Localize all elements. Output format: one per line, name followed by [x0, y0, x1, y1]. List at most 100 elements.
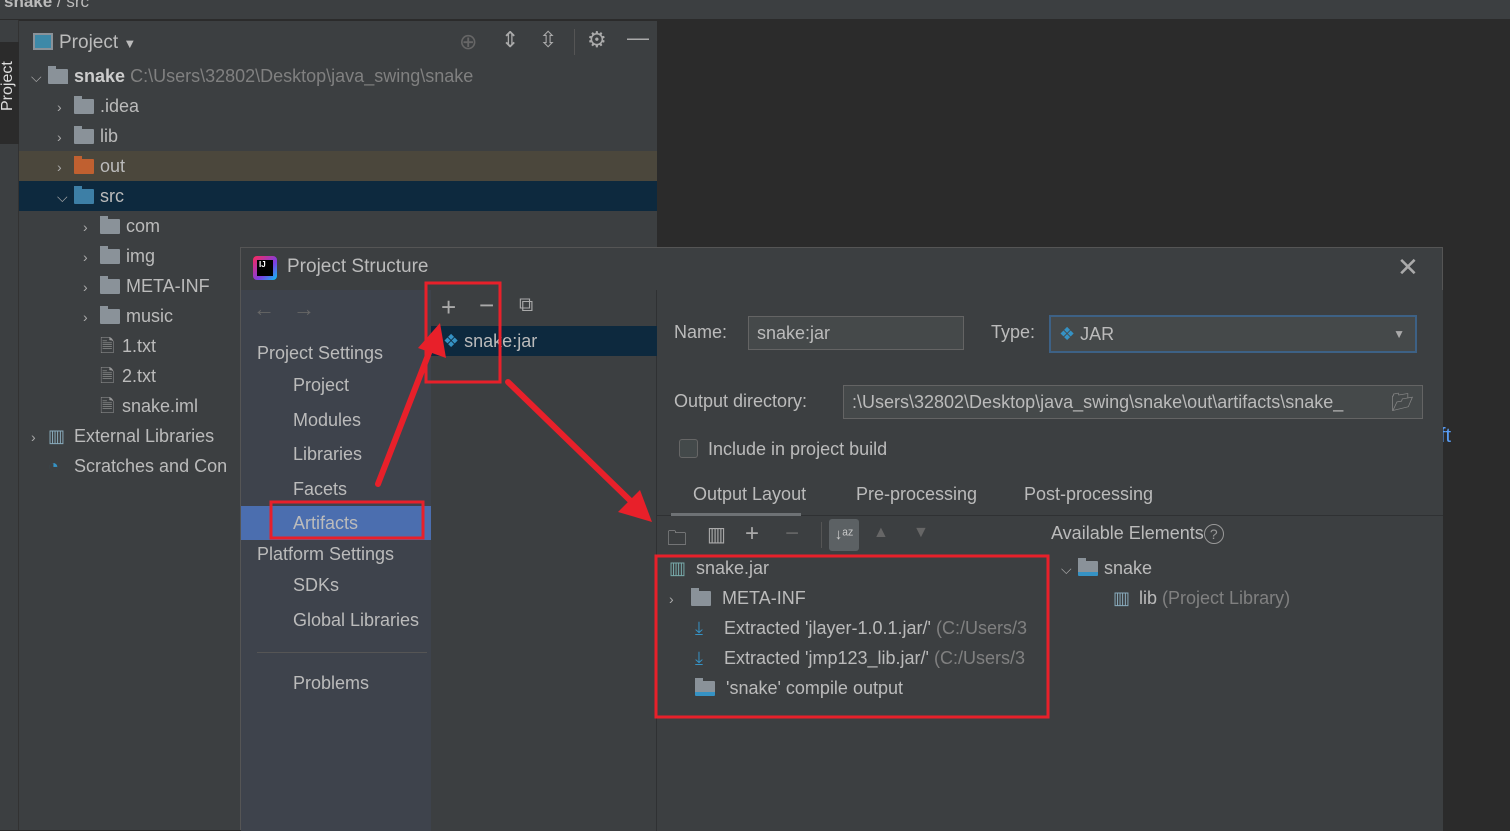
expand-all-icon[interactable]: ⇕ [501, 27, 519, 53]
tree-item[interactable]: › .idea [19, 91, 657, 121]
breadcrumb-folder[interactable]: src [66, 0, 89, 11]
module-icon [1078, 558, 1099, 576]
folder-icon [691, 588, 712, 606]
root-name: snake [74, 66, 126, 86]
output-directory-value: :\Users\32802\Desktop\java_swing\snake\o… [852, 392, 1344, 412]
sidebar-item[interactable]: Facets [241, 472, 431, 506]
sidebar-item[interactable]: Artifacts [241, 506, 431, 540]
output-directory-input[interactable]: :\Users\32802\Desktop\java_swing\snake\o… [843, 385, 1423, 419]
available-item[interactable]: ▥ lib (Project Library) [1113, 588, 1290, 609]
layout-item[interactable]: › META-INF [669, 588, 1039, 609]
include-build-checkbox[interactable] [679, 439, 698, 458]
layout-item-label: Extracted 'jmp123_lib.jar/' [724, 648, 929, 668]
layout-item[interactable]: 'snake' compile output [695, 678, 1041, 699]
layout-item[interactable]: ▥ snake.jar [669, 558, 1039, 579]
layout-item-hint: (C:/Users/3 [934, 648, 1026, 668]
sidebar-item[interactable]: Libraries [241, 437, 431, 471]
layout-item-label: Extracted 'jlayer-1.0.1.jar/' [724, 618, 931, 638]
tree-item[interactable]: › lib [19, 121, 657, 151]
sidebar-item[interactable]: SDKs [241, 568, 431, 602]
minimize-icon[interactable]: — [627, 25, 649, 51]
tree-item-label: out [100, 156, 126, 176]
layout-item[interactable]: ⤓ Extracted 'jlayer-1.0.1.jar/' (C:/User… [695, 618, 1041, 639]
file-icon: 🗎︎ [100, 366, 115, 386]
chevron-down-icon: ⌵ [57, 189, 68, 205]
tree-item-label: snake.iml [122, 396, 199, 416]
output-directory-label: Output directory: [674, 391, 808, 411]
collapse-all-icon[interactable]: ⇳ [539, 27, 557, 53]
tree-item-label: 1.txt [122, 336, 157, 356]
copy-icon[interactable]: ⧉ [519, 294, 533, 317]
gear-icon[interactable]: ⚙ [587, 27, 607, 53]
module-icon [48, 66, 69, 84]
available-item-hint: (Project Library) [1162, 588, 1291, 608]
tree-item-label: .idea [100, 96, 140, 116]
folder-browse-icon[interactable]: 📂︎ [1391, 386, 1414, 418]
new-directory-icon[interactable]: 🗀︎ [667, 524, 687, 558]
extracted-jar-icon: ⤓ [695, 648, 703, 668]
tab-output-layout[interactable]: Output Layout [693, 484, 806, 505]
remove-element-icon[interactable]: − [785, 520, 799, 548]
tree-item[interactable]: › out [19, 151, 657, 181]
settings-sidebar: ← → Project Settings Project Modules Librar… [241, 290, 431, 831]
tree-root-snake[interactable]: ⌵ snake C:\Users\32802\Desktop\java_swin… [19, 61, 657, 91]
chevron-down-icon: ▼ [1393, 327, 1405, 341]
tree-item-label: music [126, 306, 174, 326]
sort-alphabetically-icon[interactable]: ↓ᵃᶻ [829, 519, 859, 551]
file-icon: 🗎︎ [100, 396, 115, 416]
folder-icon [100, 216, 121, 234]
tree-item-label: 2.txt [122, 366, 157, 386]
tree-item[interactable]: › com [19, 211, 657, 241]
chevron-down-icon: ⌵ [1061, 561, 1072, 577]
chevron-right-icon: › [57, 129, 62, 145]
available-item[interactable]: ⌵ snake [1061, 558, 1152, 579]
create-archive-icon[interactable]: ▥ [707, 522, 726, 547]
tab-pre-processing[interactable]: Pre-processing [856, 484, 977, 505]
chevron-right-icon: › [83, 219, 88, 235]
breadcrumb-project[interactable]: snake [4, 0, 52, 11]
layout-item-label: META-INF [722, 588, 806, 608]
tree-item-label: com [126, 216, 161, 236]
folder-icon [74, 156, 95, 174]
tab-post-processing[interactable]: Post-processing [1024, 484, 1153, 505]
sidebar-item: Platform Settings [257, 544, 395, 564]
dialog-title: Project Structure [287, 256, 429, 277]
tool-window-stripe: Project [0, 20, 19, 830]
help-icon[interactable]: ? [1203, 524, 1224, 544]
layout-item[interactable]: ⤓ Extracted 'jmp123_lib.jar/' (C:/Users/… [695, 648, 1041, 669]
type-select[interactable]: ❖ JAR ▼ [1049, 315, 1417, 353]
close-icon[interactable]: ✕ [1397, 252, 1419, 283]
add-element-icon[interactable]: + [745, 520, 759, 548]
artifact-details: Name: snake:jar Type: ❖ JAR ▼ Output dire… [657, 290, 1443, 831]
extracted-jar-icon: ⤓ [695, 618, 703, 638]
root-path: C:\Users\32802\Desktop\java_swing\snake [130, 66, 474, 86]
layout-item-label: 'snake' compile output [726, 678, 903, 698]
sidebar-item[interactable]: Modules [241, 403, 431, 437]
chevron-right-icon: › [83, 249, 88, 265]
move-down-icon[interactable]: ▼ [913, 524, 929, 542]
move-up-icon[interactable]: ▲ [873, 524, 889, 542]
project-tool-tab[interactable]: Project [0, 42, 19, 144]
project-view-title: Project [59, 32, 119, 53]
chevron-right-icon: › [57, 99, 62, 115]
sidebar-item[interactable]: Global Libraries [241, 603, 431, 637]
locate-icon[interactable]: ⊕ [459, 29, 477, 55]
library-icon: ▥ [1113, 588, 1131, 608]
artifact-label: snake:jar [464, 331, 538, 351]
remove-artifact-icon[interactable]: − [479, 290, 494, 321]
add-artifact-icon[interactable]: + [441, 292, 456, 323]
name-input[interactable]: snake:jar [748, 316, 964, 350]
chevron-down-icon: ▼ [123, 36, 137, 51]
tree-item[interactable]: ⌵ src [19, 181, 657, 211]
tree-item-label: img [126, 246, 156, 266]
back-arrow-icon[interactable]: ← [253, 296, 275, 322]
folder-icon [100, 246, 121, 264]
forward-arrow-icon[interactable]: → [293, 296, 315, 322]
project-structure-dialog: IJ Project Structure ✕ ← → Project Setti… [240, 247, 1443, 831]
project-view-selector[interactable]: Project ▼ [33, 31, 136, 55]
artifact-item[interactable]: ❖ snake:jar [431, 326, 657, 356]
library-icon: ▥ [48, 426, 66, 446]
sidebar-item[interactable]: Problems [241, 666, 431, 700]
chevron-right-icon: › [83, 309, 88, 325]
sidebar-item[interactable]: Project [241, 368, 431, 402]
